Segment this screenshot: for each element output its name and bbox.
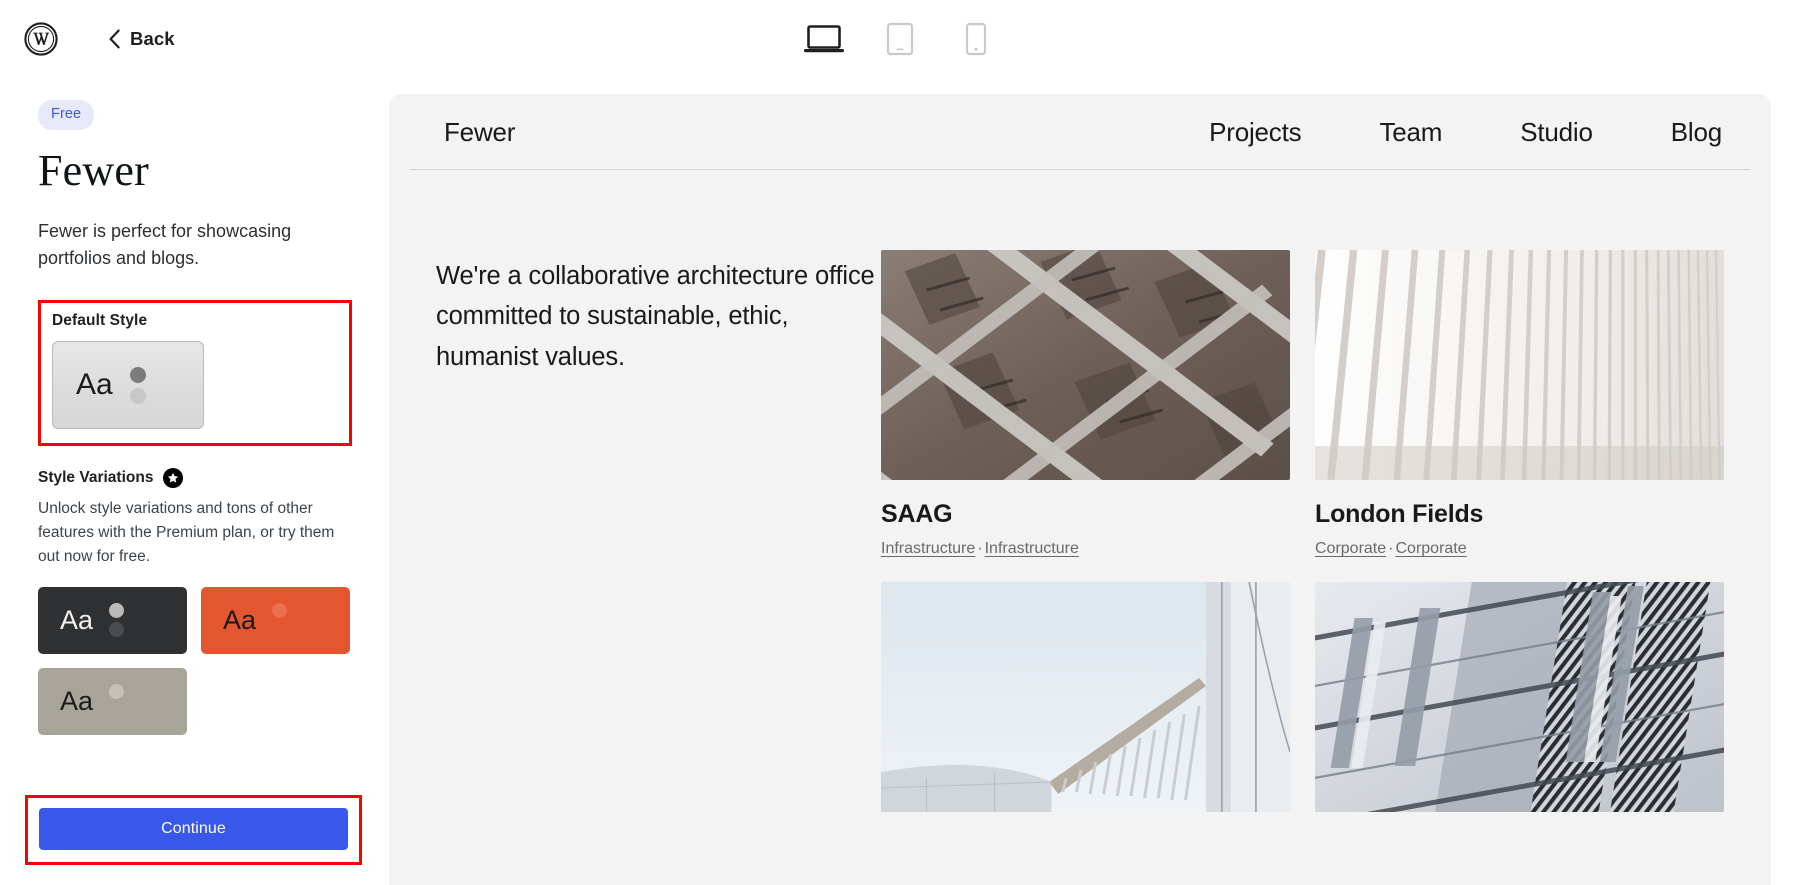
color-dot-primary xyxy=(272,603,287,618)
preview-hero-row: We're a collaborative architecture offic… xyxy=(436,250,1724,832)
top-bar: Back xyxy=(0,0,1800,78)
project-tag[interactable]: Infrastructure xyxy=(985,540,1079,557)
preview-project-grid: SAAG Infrastructure·Infrastructure xyxy=(881,250,1724,832)
style-swatch-sample-text: Aa xyxy=(60,688,93,715)
style-swatch-color-dots xyxy=(109,603,124,637)
project-card-tags: Infrastructure·Infrastructure xyxy=(881,540,1290,558)
style-variations-header: Style Variations xyxy=(38,468,352,488)
style-variation-swatches: Aa Aa Aa xyxy=(38,587,350,735)
default-style-color-dots xyxy=(130,367,146,404)
project-card-tags: Corporate·Corporate xyxy=(1315,540,1724,558)
style-swatch-sample-text: Aa xyxy=(223,607,256,634)
theme-preview-pane: Fewer Projects Team Studio Blog We're a … xyxy=(390,78,1800,885)
nav-link-team[interactable]: Team xyxy=(1379,117,1442,148)
theme-description: Fewer is perfect for showcasing portfoli… xyxy=(38,218,328,273)
continue-button-highlight: Continue xyxy=(25,795,362,865)
glass-office-facade-image xyxy=(1315,582,1724,812)
style-swatch-color-dots xyxy=(272,603,287,637)
preview-nav-menu: Projects Team Studio Blog xyxy=(1131,117,1722,148)
project-tag[interactable]: Corporate xyxy=(1395,540,1466,557)
default-style-sample-text: Aa xyxy=(76,370,113,400)
theme-picker-app: Back xyxy=(0,0,1800,885)
color-dot-secondary xyxy=(109,703,124,718)
star-badge-icon xyxy=(163,468,183,488)
default-style-swatch[interactable]: Aa xyxy=(52,341,204,429)
project-card[interactable]: London Fields Corporate·Corporate xyxy=(1315,250,1724,558)
color-dot-secondary xyxy=(130,388,146,404)
sky-railing-roofline-image xyxy=(881,582,1290,812)
sidebar-footer: Continue xyxy=(25,795,362,865)
project-tag[interactable]: Infrastructure xyxy=(881,540,975,557)
device-toggle-mobile[interactable] xyxy=(954,19,998,59)
project-card-title[interactable]: SAAG xyxy=(881,500,1290,529)
style-swatch-orange[interactable]: Aa xyxy=(201,587,350,654)
main-layout: Free Fewer Fewer is perfect for showcasi… xyxy=(0,78,1800,885)
style-swatch-dark[interactable]: Aa xyxy=(38,587,187,654)
default-style-section-highlight: Default Style Aa xyxy=(38,300,352,446)
preview-hero-text: We're a collaborative architecture offic… xyxy=(436,250,881,377)
theme-title: Fewer xyxy=(38,148,352,194)
preview-frame[interactable]: Fewer Projects Team Studio Blog We're a … xyxy=(390,95,1770,885)
project-card-title[interactable]: London Fields xyxy=(1315,500,1724,529)
project-card[interactable]: SAAG Infrastructure·Infrastructure xyxy=(881,250,1290,558)
color-dot-primary xyxy=(109,684,124,699)
color-dot-secondary xyxy=(272,622,287,637)
device-preview-toggles xyxy=(0,19,1800,59)
wordpress-logo-icon[interactable] xyxy=(24,22,58,56)
preview-site-body: We're a collaborative architecture offic… xyxy=(390,170,1770,832)
nav-link-blog[interactable]: Blog xyxy=(1671,117,1722,148)
style-variations-description: Unlock style variations and tons of othe… xyxy=(38,497,352,568)
color-dot-primary xyxy=(109,603,124,618)
continue-button[interactable]: Continue xyxy=(39,808,348,850)
style-swatch-color-dots xyxy=(109,684,124,718)
preview-site-nav: Fewer Projects Team Studio Blog xyxy=(410,95,1750,170)
style-variations-title: Style Variations xyxy=(38,469,153,487)
tag-separator: · xyxy=(975,540,984,557)
chevron-left-icon xyxy=(108,29,121,49)
mobile-icon xyxy=(965,22,987,56)
project-tag[interactable]: Corporate xyxy=(1315,540,1386,557)
style-swatch-sand[interactable]: Aa xyxy=(38,668,187,735)
project-card[interactable] xyxy=(881,582,1290,832)
device-toggle-tablet[interactable] xyxy=(878,19,922,59)
white-louvered-panel-image xyxy=(1315,250,1724,480)
back-button-label: Back xyxy=(130,28,175,50)
tablet-icon xyxy=(886,22,914,56)
theme-details-sidebar: Free Fewer Fewer is perfect for showcasi… xyxy=(0,78,390,885)
concrete-diagonal-facade-image xyxy=(881,250,1290,480)
style-swatch-sample-text: Aa xyxy=(60,607,93,634)
project-card[interactable] xyxy=(1315,582,1724,832)
color-dot-secondary xyxy=(109,622,124,637)
nav-link-projects[interactable]: Projects xyxy=(1209,117,1301,148)
plan-badge: Free xyxy=(38,100,94,130)
default-style-label: Default Style xyxy=(52,312,338,330)
desktop-icon xyxy=(803,23,845,55)
back-button[interactable]: Back xyxy=(106,24,177,54)
device-toggle-desktop[interactable] xyxy=(802,19,846,59)
nav-link-studio[interactable]: Studio xyxy=(1520,117,1593,148)
color-dot-primary xyxy=(130,367,146,383)
preview-site-brand[interactable]: Fewer xyxy=(444,117,515,148)
